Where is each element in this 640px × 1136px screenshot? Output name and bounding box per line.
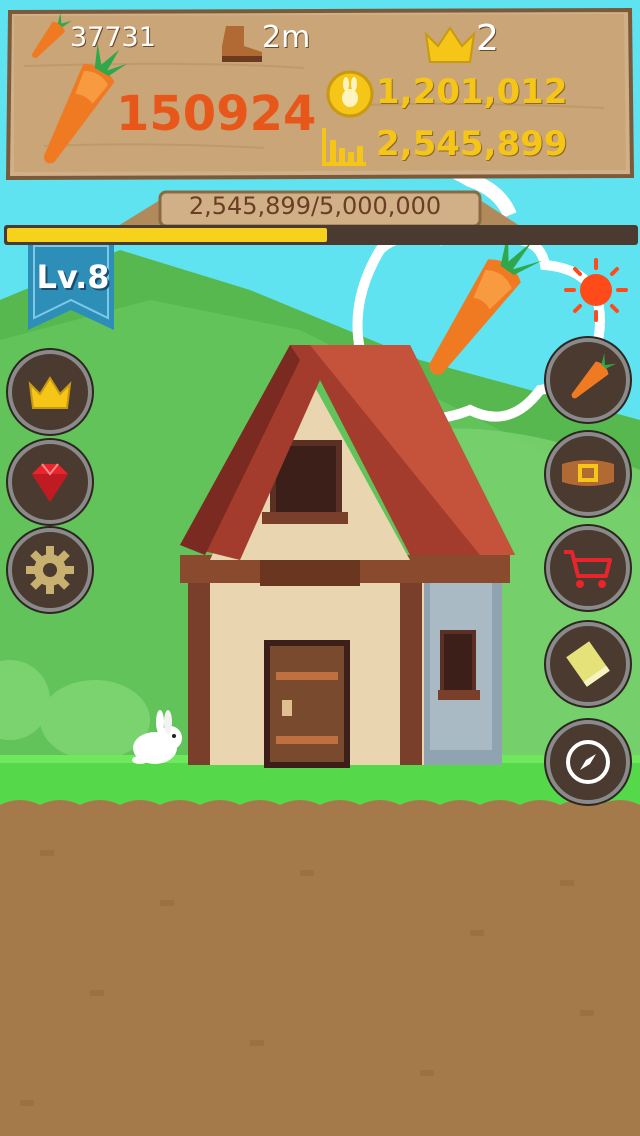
gem-icon xyxy=(32,463,68,502)
progress-fill xyxy=(7,228,327,242)
encyclopedia-button[interactable] xyxy=(546,622,630,706)
income-value: 2,545,899 xyxy=(376,124,568,164)
equipment-button[interactable] xyxy=(546,432,630,516)
coin-count-value: 1,201,012 xyxy=(376,72,568,112)
carrot-total-value: 150924 xyxy=(116,86,317,142)
gear-icon xyxy=(26,546,74,594)
coin-icon xyxy=(326,70,374,118)
cart-icon xyxy=(564,550,612,588)
progress-label: 2,545,899/5,000,000 xyxy=(188,192,442,220)
carrots-per-tap-value: 37731 xyxy=(70,22,156,53)
distance-value: 2m xyxy=(262,20,311,55)
crown-count-value: 2 xyxy=(476,18,499,59)
game-scene[interactable]: 37731 2m 2 150924 1,201,012 2,545,899 2,… xyxy=(0,0,640,1136)
progress-bar xyxy=(4,225,638,245)
sun-icon xyxy=(564,258,628,322)
crown-button[interactable] xyxy=(8,350,92,434)
belt-icon xyxy=(562,460,614,486)
level-label: Lv.8 xyxy=(36,258,110,296)
map-button[interactable] xyxy=(546,720,630,804)
shop-button[interactable] xyxy=(546,526,630,610)
gem-button[interactable] xyxy=(8,440,92,524)
book-icon xyxy=(566,641,610,687)
settings-button[interactable] xyxy=(8,528,92,612)
carrot-upgrade-button[interactable] xyxy=(546,338,630,422)
crown-icon xyxy=(28,376,72,409)
compass-icon xyxy=(566,740,610,784)
carrot-icon xyxy=(571,353,617,399)
